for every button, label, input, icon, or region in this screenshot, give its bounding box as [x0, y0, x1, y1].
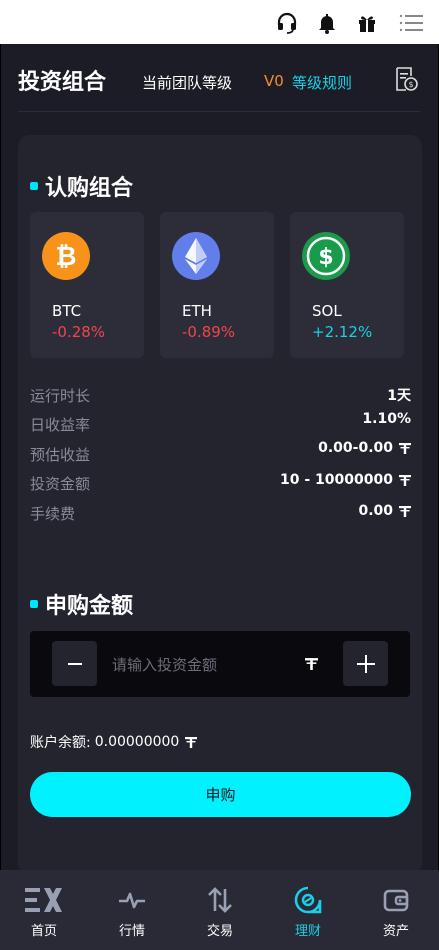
header-divider	[18, 111, 420, 112]
tab-label: 首页	[30, 924, 57, 939]
page-title: 投资组合	[18, 70, 107, 95]
tab-market[interactable]: 行情	[88, 870, 176, 950]
balance-value: 0.00000000	[94, 734, 180, 750]
gift-icon[interactable]	[356, 12, 378, 34]
runtime-value: 1天	[387, 385, 411, 405]
estimated-income-value-text: 0.00-0.00	[318, 440, 393, 456]
subscribe-section-title: 申购金额	[30, 588, 133, 620]
level-rules-link[interactable]: 等级规则	[292, 72, 352, 93]
estimated-income-label: 预估收益	[30, 446, 91, 464]
coin-symbol: SOL	[312, 302, 342, 320]
coin-change: -0.89%	[182, 323, 236, 341]
investment-amount-value: 10 - 10000000	[280, 472, 411, 488]
tab-label: 资产	[382, 924, 409, 939]
runtime-value-text: 1天	[387, 388, 411, 404]
balance-label: 账户余额:	[30, 735, 91, 751]
coin-change: +2.12%	[312, 323, 373, 341]
coin-card-eth[interactable]: ETH -0.89%	[160, 212, 274, 358]
plus-icon	[356, 654, 375, 673]
top-bar	[0, 0, 439, 44]
daily-yield-value-text: 1.10%	[362, 411, 411, 427]
daily-yield-label: 日收益率	[30, 416, 91, 434]
coin-card-sol[interactable]: $ SOL +2.12%	[290, 212, 404, 358]
coin-card-btc[interactable]: ₿ BTC -0.28%	[30, 212, 144, 358]
tether-icon	[399, 475, 411, 486]
tab-label: 交易	[206, 924, 233, 939]
minus-icon	[67, 662, 82, 665]
btc-logo-icon: ₿	[41, 231, 91, 281]
coin-symbol: ETH	[182, 302, 212, 320]
svg-text:$: $	[408, 80, 413, 89]
level-badge: V0	[264, 72, 284, 90]
svg-text:$: $	[318, 245, 333, 270]
wallet-icon	[383, 889, 409, 912]
account-balance: 账户余额: 0.00000000	[30, 732, 198, 752]
document-icon[interactable]: $	[394, 66, 418, 92]
amount-input[interactable]	[110, 649, 294, 681]
decrement-button[interactable]	[52, 641, 97, 686]
investment-amount-label: 投资金额	[30, 475, 91, 493]
ex-logo-icon	[25, 888, 62, 912]
fee-label: 手续费	[30, 505, 76, 523]
subscribe-button[interactable]: 申购	[30, 772, 411, 817]
coin-change: -0.28%	[52, 323, 106, 341]
investment-amount-value-text: 10 - 10000000	[280, 472, 393, 488]
sol-logo-icon: $	[301, 231, 351, 281]
menu-icon[interactable]	[399, 12, 423, 34]
svg-text:₿: ₿	[55, 242, 76, 272]
portfolio-section-title: 认购组合	[30, 170, 133, 202]
pulse-icon	[119, 892, 145, 909]
portfolio-title: 认购组合	[45, 176, 134, 201]
eth-logo-icon	[171, 231, 221, 281]
estimated-income-value: 0.00-0.00	[318, 440, 411, 456]
bottom-tab-bar: 首页 行情 交易 理财 资产	[0, 870, 439, 950]
tether-icon	[399, 443, 411, 454]
tab-label: 理财	[294, 924, 321, 939]
headset-icon[interactable]	[276, 12, 298, 34]
tab-assets[interactable]: 资产	[352, 870, 439, 950]
tab-trade[interactable]: 交易	[176, 870, 264, 950]
tab-home[interactable]: 首页	[0, 870, 88, 950]
fee-value: 0.00	[358, 503, 411, 519]
tether-icon	[185, 737, 198, 748]
subscribe-title: 申购金额	[45, 594, 134, 619]
section-marker	[30, 600, 38, 608]
coin-symbol: BTC	[52, 302, 82, 320]
runtime-label: 运行时长	[30, 387, 91, 405]
amount-stepper	[30, 631, 410, 697]
tab-finance[interactable]: 理财	[264, 870, 352, 950]
finance-icon	[294, 886, 322, 914]
bell-icon[interactable]	[316, 12, 338, 34]
team-level-label: 当前团队等级	[142, 74, 233, 92]
swap-arrows-icon	[208, 887, 232, 913]
section-marker	[30, 182, 38, 190]
tether-icon	[399, 506, 411, 517]
daily-yield-value: 1.10%	[362, 411, 411, 427]
tab-label: 行情	[118, 924, 145, 939]
tether-icon	[305, 658, 318, 670]
fee-value-text: 0.00	[358, 503, 393, 519]
increment-button[interactable]	[343, 641, 388, 686]
